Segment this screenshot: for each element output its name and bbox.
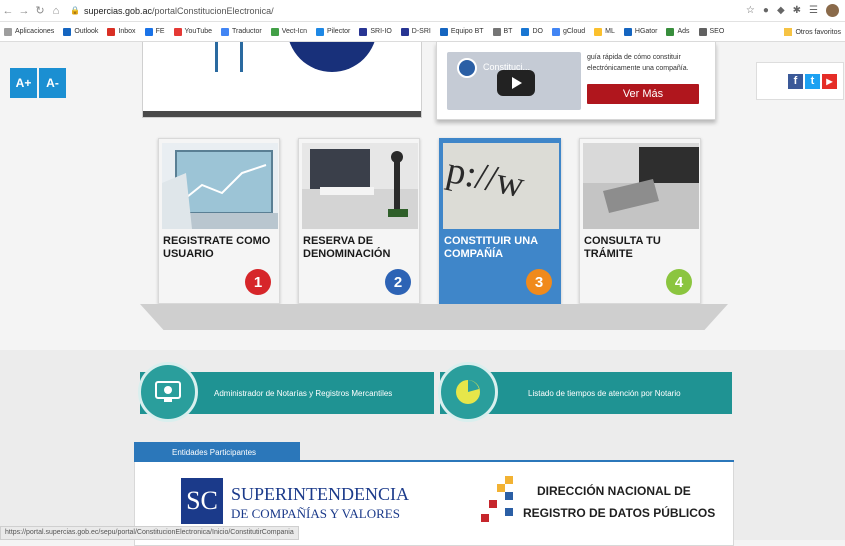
keyboard-image: [583, 143, 699, 229]
bookmark-other[interactable]: Otros favoritos: [778, 22, 841, 41]
forward-icon[interactable]: →: [16, 5, 32, 17]
bookmark[interactable]: D-SRI: [400, 27, 431, 36]
url-photo-image: p://w: [443, 143, 559, 229]
menu-icon[interactable]: ☰: [809, 5, 818, 16]
bookmark[interactable]: SEO: [698, 27, 724, 36]
laptop-image: [162, 143, 278, 229]
supercias-name: SUPERINTENDENCIA: [231, 484, 409, 504]
supercias-subtitle: DE COMPAÑÍAS Y VALORES: [231, 506, 400, 521]
extension-icon[interactable]: ●: [763, 5, 769, 16]
bookmark[interactable]: BT: [492, 27, 512, 36]
justice-image: [302, 143, 418, 229]
tiempos-link[interactable]: Listado de tiempos de atención por Notar…: [438, 362, 732, 422]
page-content: A+ A- Constituci... guía rápida de cómo …: [0, 42, 845, 546]
bookmark[interactable]: Equipo BT: [439, 27, 484, 36]
hero-banner: [142, 42, 422, 118]
person-illustration: [215, 42, 243, 72]
bookmark[interactable]: Ads: [666, 27, 690, 36]
card-title: RESERVA DE DENOMINACIÓN: [303, 235, 391, 260]
font-size-controls: A+ A-: [10, 68, 68, 98]
video-promo: Constituci... guía rápida de cómo consti…: [436, 42, 716, 120]
dinardap-subtitle: REGISTRO DE DATOS PÚBLICOS: [523, 506, 716, 520]
bookmark[interactable]: SRI-IO: [359, 27, 392, 36]
notarias-link-label: Administrador de Notarías y Registros Me…: [214, 388, 393, 398]
card-title: CONSULTA TU TRÁMITE: [584, 235, 661, 260]
profile-avatar[interactable]: [826, 4, 839, 17]
card-reserva[interactable]: RESERVA DE DENOMINACIÓN 2: [298, 138, 420, 304]
facebook-icon[interactable]: f: [788, 73, 803, 89]
card-title: REGISTRATE COMO USUARIO: [163, 235, 271, 260]
cards-shelf: [140, 304, 728, 330]
step-number-badge: 3: [526, 269, 552, 295]
circle-graphic: [287, 42, 377, 72]
steps-cards: REGISTRATE COMO USUARIO 1 RESERVA DE DEN…: [158, 138, 701, 304]
bookmark[interactable]: ML: [594, 27, 615, 36]
bookmark[interactable]: YouTube: [173, 27, 212, 36]
extension-icon[interactable]: ◆: [777, 5, 785, 16]
supercias-logo-icon: SC: [181, 478, 223, 524]
screen: ← → ↻ ⌂ 🔒 supercias.gob.ac /portalConsti…: [0, 0, 845, 546]
monitor-icon: [138, 362, 198, 422]
url-field[interactable]: 🔒 supercias.gob.ac /portalConstitucionEl…: [70, 3, 730, 19]
step-number-badge: 2: [385, 269, 411, 295]
social-links: f t ▶: [756, 62, 844, 100]
youtube-icon[interactable]: ▶: [822, 73, 837, 89]
decrease-font-button[interactable]: A-: [39, 68, 66, 98]
card-consulta[interactable]: CONSULTA TU TRÁMITE 4: [579, 138, 701, 304]
extensions-area: ☆ ● ◆ ✱ ☰: [746, 4, 839, 17]
bookmark[interactable]: gCloud: [551, 27, 585, 36]
browser-address-bar: ← → ↻ ⌂ 🔒 supercias.gob.ac /portalConsti…: [0, 0, 845, 22]
bookmark[interactable]: DO: [521, 27, 543, 36]
star-icon[interactable]: ☆: [746, 5, 755, 16]
twitter-icon[interactable]: t: [805, 73, 820, 89]
video-description: guía rápida de cómo constituir electróni…: [587, 54, 689, 72]
bookmark[interactable]: Inbox: [107, 27, 136, 36]
step-number-badge: 4: [666, 269, 692, 295]
card-registrate[interactable]: REGISTRATE COMO USUARIO 1: [158, 138, 280, 304]
play-icon[interactable]: [497, 70, 535, 96]
card-constituir[interactable]: p://w CONSTITUIR UNA COMPAÑÍA 3: [439, 138, 561, 304]
url-domain: supercias.gob.ac: [83, 5, 153, 16]
step-number-badge: 1: [245, 269, 271, 295]
supercias-logo-icon: [457, 58, 477, 78]
banner-bottom-band: [143, 111, 421, 117]
bookmark[interactable]: FE: [144, 27, 165, 36]
url-path: /portalConstitucionElectronica/: [152, 5, 274, 16]
notarias-link[interactable]: Administrador de Notarías y Registros Me…: [138, 362, 434, 422]
reload-icon[interactable]: ↻: [32, 4, 48, 17]
back-icon[interactable]: ←: [0, 5, 16, 17]
increase-font-button[interactable]: A+: [10, 68, 37, 98]
bookmark[interactable]: Outlook: [63, 27, 98, 36]
dinardap-logo-icon: [481, 476, 517, 522]
ver-mas-button[interactable]: Ver Más: [587, 84, 699, 104]
entidades-tab: Entidades Participantes: [134, 442, 300, 462]
bookmark[interactable]: Vect-Icn: [270, 27, 307, 36]
card-title: CONSTITUIR UNA COMPAÑÍA: [444, 235, 538, 260]
tiempos-link-label: Listado de tiempos de atención por Notar…: [528, 388, 681, 398]
dinardap-name: DIRECCIÓN NACIONAL DE: [537, 484, 691, 498]
lock-icon: 🔒: [70, 6, 80, 15]
bookmark[interactable]: Traductor: [221, 27, 262, 36]
home-icon[interactable]: ⌂: [48, 5, 64, 17]
status-bar-url: https://portal.supercias.gob.ec/sepu/por…: [0, 526, 299, 540]
video-thumbnail[interactable]: Constituci...: [447, 52, 581, 110]
bookmarks-bar: Aplicaciones Outlook Inbox FE YouTube Tr…: [0, 22, 845, 42]
bookmark[interactable]: Aplicaciones: [4, 27, 54, 36]
bookmark[interactable]: HGator: [623, 27, 657, 36]
puzzle-icon[interactable]: ✱: [793, 5, 801, 16]
bookmark[interactable]: Pilector: [316, 27, 350, 36]
clock-icon: [438, 362, 498, 422]
